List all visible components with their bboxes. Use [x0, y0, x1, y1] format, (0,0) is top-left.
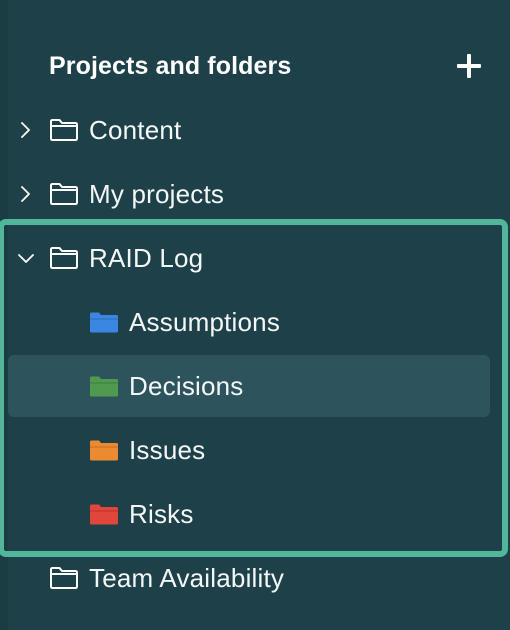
tree-item-label: Assumptions [129, 307, 281, 337]
folder-outline-icon [49, 565, 79, 591]
panel-header: Projects and folders [49, 45, 489, 89]
tree-item-label: Issues [129, 435, 206, 465]
tree-item-risks[interactable]: Risks [8, 483, 490, 545]
chevron-right-icon[interactable] [16, 118, 36, 142]
tree-item-label: Team Availability [89, 563, 285, 593]
tree-item-my-projects[interactable]: My projects [8, 163, 490, 225]
tree-item-label: Content [89, 115, 182, 145]
tree-item-label: Decisions [129, 371, 244, 401]
sidebar-edge [0, 0, 8, 630]
folder-outline-icon [49, 117, 79, 143]
tree-item-content[interactable]: Content [8, 99, 490, 161]
folder-outline-icon [49, 245, 79, 271]
tree-item-assumptions[interactable]: Assumptions [8, 291, 490, 353]
chevron-right-icon[interactable] [16, 182, 36, 206]
tree-item-label: Risks [129, 499, 194, 529]
tree-item-team-availability[interactable]: Team Availability [8, 547, 490, 609]
tree-item-decisions[interactable]: Decisions [8, 355, 490, 417]
folder-red-icon [88, 502, 120, 526]
tree-item-label: RAID Log [89, 243, 204, 273]
folder-green-icon [88, 374, 120, 398]
folder-orange-icon [88, 438, 120, 462]
panel-title: Projects and folders [49, 52, 292, 80]
chevron-down-icon[interactable] [16, 246, 36, 270]
folder-outline-icon [49, 181, 79, 207]
tree-item-label: My projects [89, 179, 225, 209]
add-button[interactable] [455, 52, 483, 80]
tree-item-raid-log[interactable]: RAID Log [8, 227, 490, 289]
folder-blue-icon [88, 310, 120, 334]
tree-item-issues[interactable]: Issues [8, 419, 490, 481]
